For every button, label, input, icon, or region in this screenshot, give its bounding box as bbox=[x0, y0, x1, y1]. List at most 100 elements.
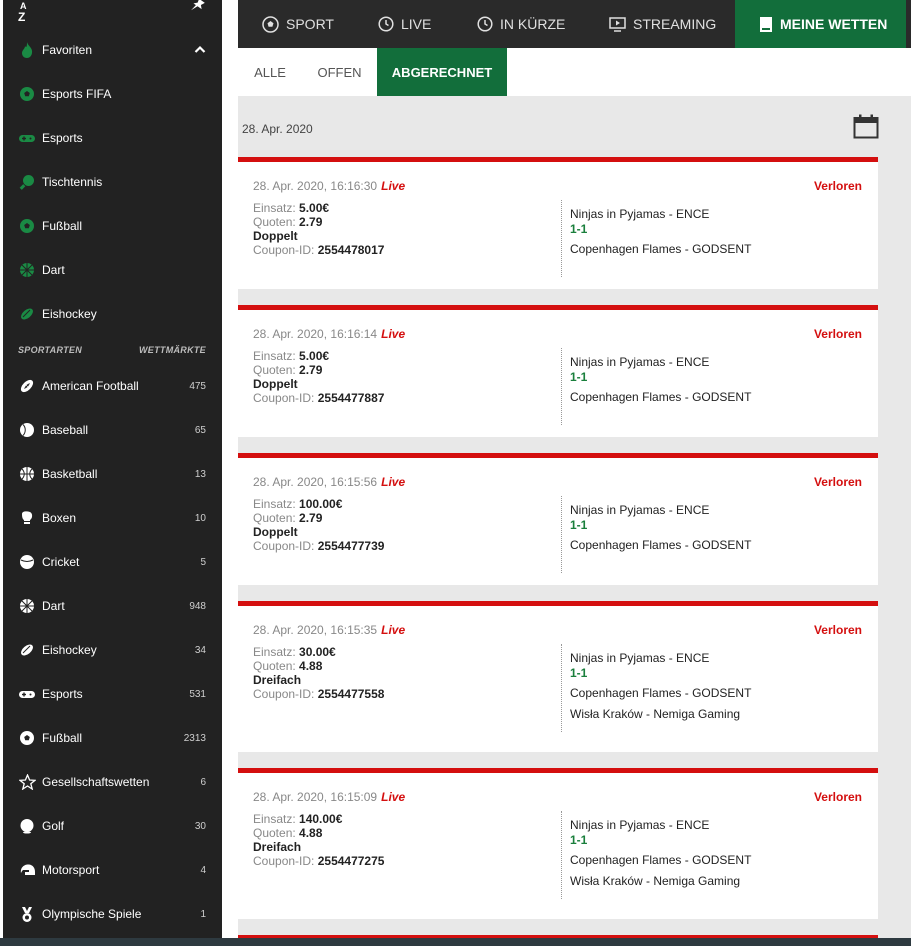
sport-item-count: 1 bbox=[200, 908, 206, 920]
coupon-id: 2554477887 bbox=[317, 391, 385, 405]
bet-type: Doppelt bbox=[253, 377, 298, 391]
bet-datetime: 28. Apr. 2020, 16:15:35 bbox=[253, 623, 378, 637]
bet-card[interactable]: 28. Apr. 2020, 16:15:56 Live Verloren Einsa… bbox=[238, 453, 878, 585]
nav-sport[interactable]: SPORT bbox=[238, 0, 354, 48]
sport-item[interactable]: Boxen 10 bbox=[3, 496, 222, 540]
bet-type: Doppelt bbox=[253, 229, 298, 243]
sport-item-count: 531 bbox=[189, 688, 206, 700]
sport-item-count: 5 bbox=[200, 556, 206, 568]
sport-item-label: Basketball bbox=[42, 467, 98, 481]
bet-summary: Einsatz: 30.00€ Quoten: 4.88 Dreifach Coupo… bbox=[253, 645, 384, 701]
sport-item[interactable]: Dart 948 bbox=[3, 584, 222, 628]
nav-live-label: LIVE bbox=[401, 16, 432, 32]
sport-item[interactable]: Olympische Spiele 1 bbox=[3, 892, 222, 936]
sort-az-button[interactable]: A Z bbox=[18, 0, 27, 23]
nav-streaming[interactable]: STREAMING bbox=[585, 0, 734, 48]
sport-item[interactable]: Basketball 13 bbox=[3, 452, 222, 496]
bet-type: Dreifach bbox=[253, 673, 302, 687]
tab-all[interactable]: ALLE bbox=[238, 48, 302, 96]
bet-status: Verloren bbox=[813, 475, 862, 489]
favorite-item[interactable]: Fußball bbox=[3, 204, 222, 248]
ice-hockey-icon bbox=[18, 305, 36, 323]
sport-item-label: Eishockey bbox=[42, 643, 97, 657]
favorite-item[interactable]: Esports bbox=[3, 116, 222, 160]
bet-event-name: Copenhagen Flames - GODSENT bbox=[570, 686, 752, 700]
card-divider bbox=[561, 348, 562, 425]
sport-item-label: Dart bbox=[42, 599, 65, 613]
sport-item[interactable]: Esports 531 bbox=[3, 672, 222, 716]
star-icon bbox=[18, 773, 36, 791]
nav-live[interactable]: LIVE bbox=[354, 0, 453, 48]
bet-event-score: 1-1 bbox=[570, 833, 588, 847]
coupon-label: Coupon-ID: bbox=[253, 687, 315, 701]
pin-icon[interactable] bbox=[191, 0, 209, 16]
nav-my-bets[interactable]: MEINE WETTEN bbox=[735, 0, 906, 48]
favorite-item-label: Esports FIFA bbox=[42, 87, 112, 101]
bottom-bar bbox=[0, 938, 911, 946]
coupon-label: Coupon-ID: bbox=[253, 539, 315, 553]
bet-card[interactable]: 28. Apr. 2020, 16:16:30 Live Verloren Einsa… bbox=[238, 157, 878, 289]
bet-datetime-row: 28. Apr. 2020, 16:15:56 Live bbox=[253, 475, 405, 489]
odds-label: Quoten: bbox=[253, 215, 296, 229]
calendar-icon[interactable] bbox=[853, 114, 879, 139]
sport-item-count: 948 bbox=[189, 600, 206, 612]
favorite-item-label: Tischtennis bbox=[42, 175, 103, 189]
bet-status: Verloren bbox=[813, 623, 862, 637]
sport-item-count: 34 bbox=[194, 644, 206, 656]
sport-item[interactable]: Motorsport 4 bbox=[3, 848, 222, 892]
favorite-item[interactable]: Dart bbox=[3, 248, 222, 292]
nav-soon[interactable]: IN KÜRZE bbox=[453, 0, 585, 48]
stake-label: Einsatz: bbox=[253, 497, 296, 511]
favorite-item[interactable]: Eishockey bbox=[3, 292, 222, 336]
stake-label: Einsatz: bbox=[253, 201, 296, 215]
bet-event-name: Copenhagen Flames - GODSENT bbox=[570, 853, 752, 867]
sport-item-count: 2313 bbox=[183, 732, 206, 744]
coupon-id: 2554477558 bbox=[317, 687, 385, 701]
tab-settled[interactable]: ABGERECHNET bbox=[377, 48, 507, 96]
odds-label: Quoten: bbox=[253, 826, 296, 840]
sport-item[interactable]: Cricket 5 bbox=[3, 540, 222, 584]
favorites-label: Favoriten bbox=[42, 43, 93, 57]
stake-label: Einsatz: bbox=[253, 812, 296, 826]
bet-card[interactable]: 28. Apr. 2020, 16:16:14 Live Verloren Einsa… bbox=[238, 305, 878, 437]
soccer-ball-icon bbox=[18, 729, 36, 747]
sport-item[interactable]: Eishockey 34 bbox=[3, 628, 222, 672]
section-sports-label: SPORTARTEN bbox=[18, 345, 83, 355]
stake-value: 100.00€ bbox=[299, 497, 343, 511]
bet-type: Dreifach bbox=[253, 840, 302, 854]
sport-item[interactable]: American Football 475 bbox=[3, 364, 222, 408]
sports-list: American Football 475 Baseball 65 Basketball… bbox=[3, 364, 222, 936]
sport-item-label: Baseball bbox=[42, 423, 89, 437]
sport-item[interactable]: Golf 30 bbox=[3, 804, 222, 848]
favorites-toggle[interactable]: Favoriten bbox=[3, 28, 222, 72]
sport-item[interactable]: Fußball 2313 bbox=[3, 716, 222, 760]
bet-event-score: 1-1 bbox=[570, 222, 588, 236]
bet-type: Doppelt bbox=[253, 525, 298, 539]
stake-value: 140.00€ bbox=[299, 812, 343, 826]
tab-open[interactable]: OFFEN bbox=[302, 48, 377, 96]
sport-item-count: 475 bbox=[189, 380, 206, 392]
flame-icon bbox=[18, 41, 36, 59]
sport-item-count: 6 bbox=[200, 776, 206, 788]
sidebar-top: A Z bbox=[3, 0, 222, 28]
bet-status: Verloren bbox=[813, 790, 862, 804]
bet-event-name: Ninjas in Pyjamas - ENCE bbox=[570, 355, 710, 369]
favorite-item[interactable]: Tischtennis bbox=[3, 160, 222, 204]
bet-events: Ninjas in Pyjamas - ENCE 1-1 Copenhagen Fl… bbox=[570, 502, 751, 558]
sport-item[interactable]: Baseball 65 bbox=[3, 408, 222, 452]
bet-event-name: Ninjas in Pyjamas - ENCE bbox=[570, 503, 710, 517]
sport-item[interactable]: Gesellschaftswetten 6 bbox=[3, 760, 222, 804]
cricket-ball-icon bbox=[18, 553, 36, 571]
boxing-glove-icon bbox=[18, 509, 36, 527]
bet-event-score: 1-1 bbox=[570, 518, 588, 532]
bet-card[interactable]: 28. Apr. 2020, 16:15:35 Live Verloren Einsa… bbox=[238, 601, 878, 752]
chevron-up-icon[interactable] bbox=[194, 44, 206, 56]
bet-status: Verloren bbox=[813, 327, 862, 341]
bet-card[interactable]: 28. Apr. 2020, 16:15:09 Live Verloren Einsa… bbox=[238, 768, 878, 919]
favorite-item[interactable]: Esports FIFA bbox=[3, 72, 222, 116]
clock-icon bbox=[378, 16, 394, 32]
basketball-icon bbox=[18, 465, 36, 483]
bet-event-score: 1-1 bbox=[570, 666, 588, 680]
card-divider bbox=[561, 496, 562, 573]
card-divider bbox=[561, 644, 562, 732]
